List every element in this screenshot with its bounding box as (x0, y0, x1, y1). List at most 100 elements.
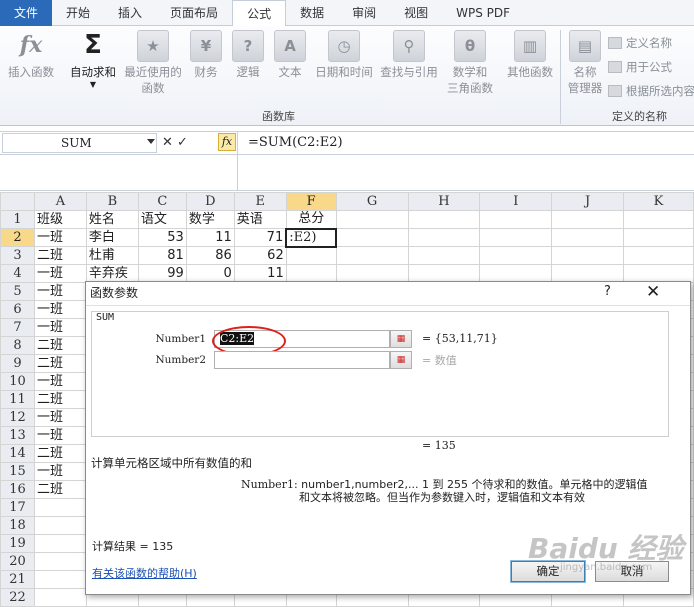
row-header[interactable]: 5 (0, 282, 35, 301)
cell-C1[interactable]: 语文 (137, 210, 187, 229)
row-header[interactable]: 21 (0, 570, 35, 589)
empty-cell[interactable] (623, 210, 694, 229)
cell-A12[interactable]: 一班 (33, 408, 87, 427)
close-icon[interactable]: ✕ (646, 282, 660, 302)
column-header[interactable]: H (407, 192, 481, 211)
row-header[interactable]: 19 (0, 534, 35, 553)
row-header[interactable]: 8 (0, 336, 35, 355)
cell-E1[interactable]: 英语 (233, 210, 287, 229)
cell-A15[interactable]: 一班 (33, 462, 87, 481)
cell-A18[interactable] (33, 516, 87, 535)
empty-cell[interactable] (551, 210, 625, 229)
empty-cell[interactable] (335, 210, 409, 229)
name-box-dropdown-icon[interactable] (147, 139, 155, 144)
more-functions-button[interactable]: ▥ 其他函数 (502, 30, 558, 80)
math-trig-button[interactable]: θ 数学和 三角函数 (442, 30, 498, 96)
empty-cell[interactable] (407, 264, 481, 283)
row-header[interactable]: 11 (0, 390, 35, 409)
cell-A1[interactable]: 班级 (33, 210, 87, 229)
tab-wps-pdf[interactable]: WPS PDF (442, 0, 524, 26)
row-header[interactable]: 17 (0, 498, 35, 517)
row-header[interactable]: 4 (0, 264, 35, 283)
column-header[interactable]: C (137, 192, 187, 211)
empty-cell[interactable] (407, 210, 481, 229)
number2-input[interactable] (214, 351, 390, 369)
cell-A6[interactable]: 一班 (33, 300, 87, 319)
row-header[interactable]: 18 (0, 516, 35, 535)
cell-A20[interactable] (33, 552, 87, 571)
empty-cell[interactable] (551, 246, 625, 265)
function-help-link[interactable]: 有关该函数的帮助(H) (92, 565, 197, 581)
cell-D1[interactable]: 数学 (185, 210, 235, 229)
row-header[interactable]: 1 (0, 210, 35, 229)
tab-file[interactable]: 文件 (0, 0, 53, 26)
cell-A11[interactable]: 二班 (33, 390, 87, 409)
finance-button[interactable]: ¥ 财务 (188, 30, 224, 80)
row-header[interactable]: 15 (0, 462, 35, 481)
cell-A7[interactable]: 一班 (33, 318, 87, 337)
autosum-button[interactable]: Σ 自动求和 ▼ (66, 30, 120, 90)
cell-C2[interactable]: 53 (137, 228, 187, 247)
number2-range-picker-icon[interactable]: ▦ (390, 351, 412, 369)
use-in-formula-button[interactable]: 用于公式 (608, 56, 672, 78)
cell-E4[interactable]: 11 (233, 264, 287, 283)
cell-A17[interactable] (33, 498, 87, 517)
number1-range-picker-icon[interactable]: ▦ (390, 330, 412, 348)
cell-C3[interactable]: 81 (137, 246, 187, 265)
column-header[interactable]: D (185, 192, 235, 211)
help-icon[interactable]: ? (604, 284, 611, 299)
create-from-selection-button[interactable]: 根据所选内容 (608, 80, 694, 102)
datetime-button[interactable]: ◷ 日期和时间 (312, 30, 376, 80)
tab-review[interactable]: 审阅 (338, 0, 390, 26)
cell-D2[interactable]: 11 (185, 228, 235, 247)
row-header[interactable]: 13 (0, 426, 35, 445)
cell-A16[interactable]: 二班 (33, 480, 87, 499)
row-header[interactable]: 7 (0, 318, 35, 337)
insert-function-button[interactable]: fx 插入函数 (4, 30, 58, 80)
name-box[interactable]: SUM (2, 133, 157, 153)
cell-A2[interactable]: 一班 (33, 228, 87, 247)
column-header[interactable]: K (623, 192, 694, 211)
cell-D3[interactable]: 86 (185, 246, 235, 265)
cell-B2[interactable]: 李白 (85, 228, 139, 247)
tab-page-layout[interactable]: 页面布局 (156, 0, 232, 26)
empty-cell[interactable] (335, 228, 409, 247)
empty-cell[interactable] (335, 264, 409, 283)
cell-B3[interactable]: 杜甫 (85, 246, 139, 265)
cell-D4[interactable]: 0 (185, 264, 235, 283)
row-header[interactable]: 2 (0, 228, 35, 247)
cell-C4[interactable]: 99 (137, 264, 187, 283)
column-header[interactable]: I (479, 192, 553, 211)
cell-A21[interactable] (33, 570, 87, 589)
tab-home[interactable]: 开始 (52, 0, 104, 26)
cell-E2[interactable]: 71 (233, 228, 287, 247)
row-header[interactable]: 6 (0, 300, 35, 319)
name-manager-button[interactable]: ▤ 名称 管理器 (564, 30, 606, 96)
empty-cell[interactable] (479, 210, 553, 229)
tab-insert[interactable]: 插入 (104, 0, 156, 26)
cell-F1[interactable]: 总分 (285, 210, 337, 229)
text-button[interactable]: A 文本 (272, 30, 308, 80)
formula-input[interactable]: =SUM(C2:E2) (248, 134, 343, 152)
cell-A14[interactable]: 二班 (33, 444, 87, 463)
cell-A5[interactable]: 一班 (33, 282, 87, 301)
empty-cell[interactable] (407, 228, 481, 247)
empty-cell[interactable] (551, 264, 625, 283)
cell-A13[interactable]: 一班 (33, 426, 87, 445)
tab-formulas[interactable]: 公式 (232, 0, 287, 27)
select-all-corner[interactable] (0, 192, 35, 211)
cell-F3[interactable] (285, 246, 337, 265)
cancel-icon[interactable]: ✕ (162, 135, 173, 150)
cell-E3[interactable]: 62 (233, 246, 287, 265)
cell-B1[interactable]: 姓名 (85, 210, 139, 229)
row-header[interactable]: 16 (0, 480, 35, 499)
tab-view[interactable]: 视图 (390, 0, 442, 26)
define-name-button[interactable]: 定义名称 (608, 32, 672, 54)
cell-A4[interactable]: 一班 (33, 264, 87, 283)
logic-button[interactable]: ? 逻辑 (230, 30, 266, 80)
cell-B4[interactable]: 辛弃疾 (85, 264, 139, 283)
column-header[interactable]: A (33, 192, 87, 211)
tab-data[interactable]: 数据 (286, 0, 338, 26)
empty-cell[interactable] (407, 246, 481, 265)
cell-A8[interactable]: 二班 (33, 336, 87, 355)
